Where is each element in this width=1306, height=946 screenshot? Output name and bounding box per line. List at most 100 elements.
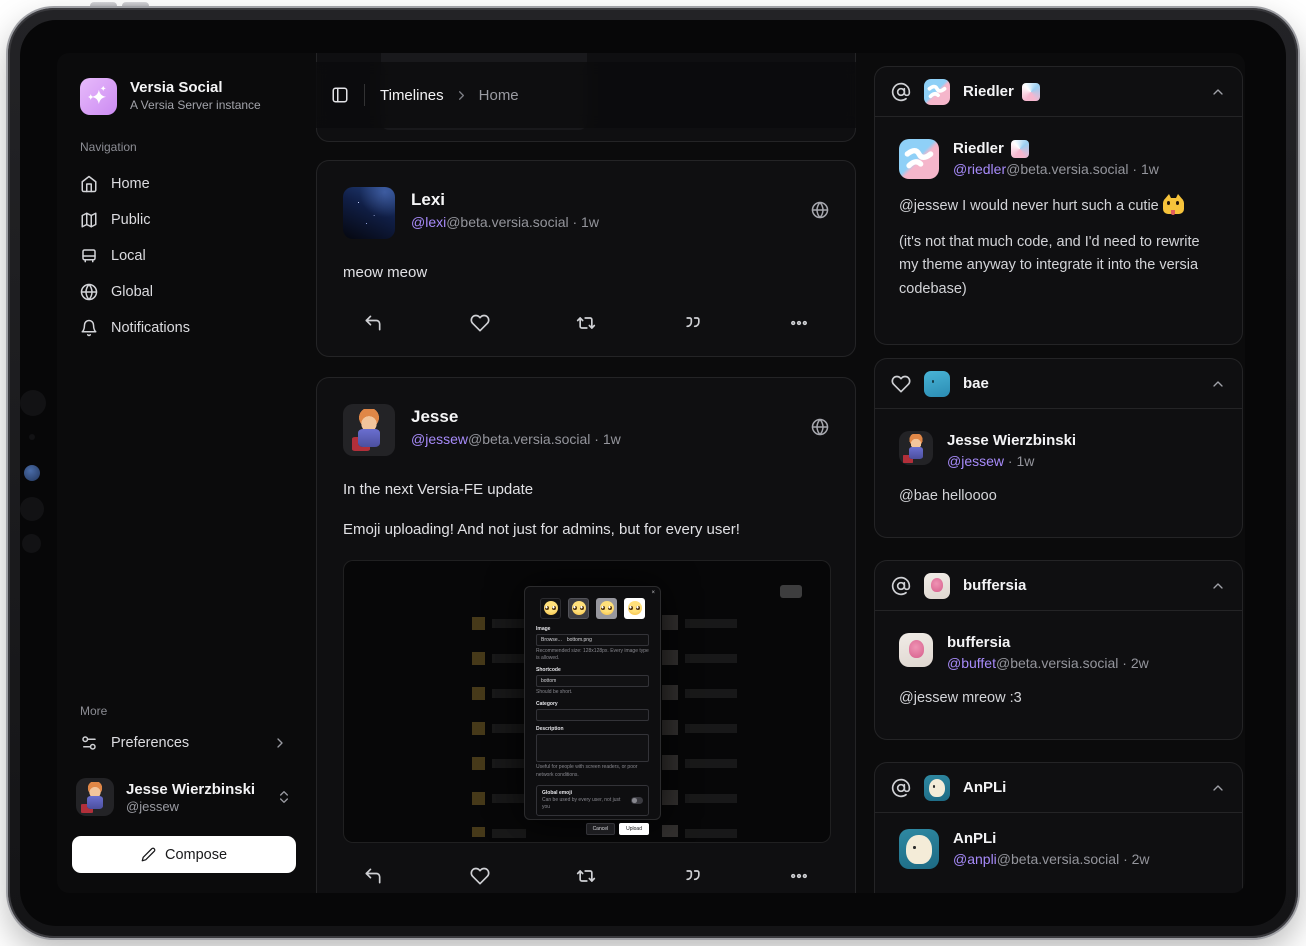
notification-header[interactable]: bae [875, 359, 1242, 409]
category-input[interactable] [536, 709, 649, 721]
notification-header[interactable]: Riedler [875, 67, 1242, 117]
account-switcher[interactable]: Jesse Wierzbinski @jessew [72, 774, 296, 820]
dock-app-icon[interactable] [22, 534, 41, 553]
avatar [924, 371, 950, 397]
chevron-up-icon[interactable] [1210, 376, 1226, 392]
notification-author-handle[interactable]: @anpli@beta.versia.social · 2w [953, 851, 1150, 867]
global-emoji-setting: Global emoji Can be used by every user, … [536, 785, 649, 817]
avatar[interactable] [899, 431, 933, 465]
emoji-preview-dark [540, 598, 561, 619]
avatar[interactable] [343, 187, 395, 239]
instance-header[interactable]: Versia Social A Versia Server instance [80, 78, 261, 115]
post-card: Lexi @lexi@beta.versia.social · 1w meow … [316, 160, 856, 357]
shortcode-input[interactable]: bottom [536, 675, 649, 687]
sidebar-item-global[interactable]: Global [72, 274, 296, 310]
pleading-face-emoji [572, 601, 586, 615]
sidebar-item-notifications[interactable]: Notifications [72, 310, 296, 346]
quote-button[interactable] [671, 313, 715, 333]
notification-timestamp: · 1w [1008, 453, 1034, 469]
browse-button[interactable]: Browse... [541, 637, 562, 643]
notification-author-handle[interactable]: @jessew · 1w [947, 453, 1076, 469]
reply-button[interactable] [351, 313, 395, 333]
sidebar-item-preferences[interactable]: Preferences [72, 725, 296, 761]
trans-cube-emoji [1022, 83, 1040, 101]
more-section-label: More [80, 704, 107, 718]
emoji-preview-row [536, 598, 649, 619]
breadcrumb-home: Home [479, 87, 519, 104]
notification-author-name[interactable]: Riedler [953, 139, 1004, 159]
avatar[interactable] [899, 139, 939, 179]
account-name: Jesse Wierzbinski [126, 781, 255, 799]
sidebar-item-local[interactable]: Local [72, 238, 296, 274]
boost-button[interactable] [564, 313, 608, 333]
dock-app-icon[interactable] [24, 465, 40, 481]
file-name: bottom.png [567, 637, 592, 643]
nav-list: Home Public Local Global [72, 166, 296, 346]
compose-button[interactable]: Compose [72, 836, 296, 873]
post-content-line: Emoji uploading! And not just for admins… [343, 518, 829, 541]
dock-app-icon[interactable] [29, 434, 35, 440]
sidebar-item-public[interactable]: Public [72, 202, 296, 238]
handle-user: @riedler [953, 161, 1006, 177]
file-input[interactable]: Browse... bottom.png [536, 634, 649, 646]
home-icon [80, 175, 98, 193]
neocat-emoji [1163, 195, 1184, 214]
dock-app-icon[interactable] [20, 497, 44, 521]
sidebar-item-label: Home [111, 176, 150, 192]
emoji-preview-gray-dark [568, 598, 589, 619]
like-button[interactable] [458, 313, 502, 333]
global-emoji-hint: Can be used by every user, not just you [542, 797, 627, 812]
notification-header[interactable]: buffersia [875, 561, 1242, 611]
chevron-up-icon[interactable] [1210, 578, 1226, 594]
handle-domain: @beta.versia.social [1006, 161, 1128, 177]
close-icon[interactable]: × [651, 590, 655, 596]
notification-author-handle[interactable]: @buffet@beta.versia.social · 2w [947, 655, 1149, 671]
more-button[interactable] [777, 866, 821, 886]
global-emoji-label: Global emoji [542, 790, 627, 796]
upload-button[interactable]: Upload [619, 823, 649, 835]
post-author-handle[interactable]: @jessew@beta.versia.social · 1w [411, 431, 621, 447]
global-emoji-toggle[interactable] [631, 797, 643, 804]
pencil-icon [141, 847, 156, 862]
post-content: meow meow [343, 261, 829, 284]
notification-header[interactable]: AnPLi [875, 763, 1242, 813]
like-button[interactable] [458, 866, 502, 886]
handle-user: @buffet [947, 655, 996, 671]
dock-app-icon[interactable] [20, 390, 46, 416]
pleading-face-emoji [628, 601, 642, 615]
chevron-up-icon[interactable] [1210, 780, 1226, 796]
avatar[interactable] [899, 633, 933, 667]
post-author-name[interactable]: Jesse [411, 406, 621, 427]
tablet-frame: Versia Social A Versia Server instance N… [8, 8, 1298, 938]
reply-button[interactable] [351, 866, 395, 886]
boost-button[interactable] [564, 866, 608, 886]
cancel-button[interactable]: Cancel [586, 823, 616, 835]
notification-text: (it's not that much code, and I'd need t… [899, 231, 1218, 301]
notification-author-handle[interactable]: @riedler@beta.versia.social · 1w [953, 161, 1159, 177]
post-author-name[interactable]: Lexi [411, 189, 599, 210]
notification-author-name[interactable]: AnPLi [953, 829, 1150, 849]
post-author-handle[interactable]: @lexi@beta.versia.social · 1w [411, 214, 599, 230]
compose-label: Compose [165, 847, 227, 863]
avatar [924, 79, 950, 105]
account-handle: @jessew [126, 799, 255, 814]
notification-timestamp: · 2w [1123, 851, 1149, 867]
visibility-globe-icon [811, 201, 829, 219]
sidebar-item-home[interactable]: Home [72, 166, 296, 202]
post-content-line: In the next Versia-FE update [343, 478, 829, 501]
panel-left-toggle-icon[interactable] [331, 86, 349, 104]
post-attachment-image[interactable]: × Image Browse... bot [343, 560, 831, 843]
at-sign-icon [891, 778, 911, 798]
avatar[interactable] [899, 829, 939, 869]
chevron-up-icon[interactable] [1210, 84, 1226, 100]
description-textarea[interactable] [536, 734, 649, 762]
notification-author-name[interactable]: buffersia [947, 633, 1149, 653]
quote-button[interactable] [671, 866, 715, 886]
post-card: Jesse @jessew@beta.versia.social · 1w In… [316, 377, 856, 893]
breadcrumb-timelines[interactable]: Timelines [380, 87, 444, 104]
notifications-column: Riedler Riedler @riedler@beta.versia.so [874, 53, 1243, 893]
more-button[interactable] [777, 313, 821, 333]
avatar[interactable] [343, 404, 395, 456]
notification-author-name[interactable]: Jesse Wierzbinski [947, 431, 1076, 451]
embed-bg-text-column [685, 619, 737, 839]
